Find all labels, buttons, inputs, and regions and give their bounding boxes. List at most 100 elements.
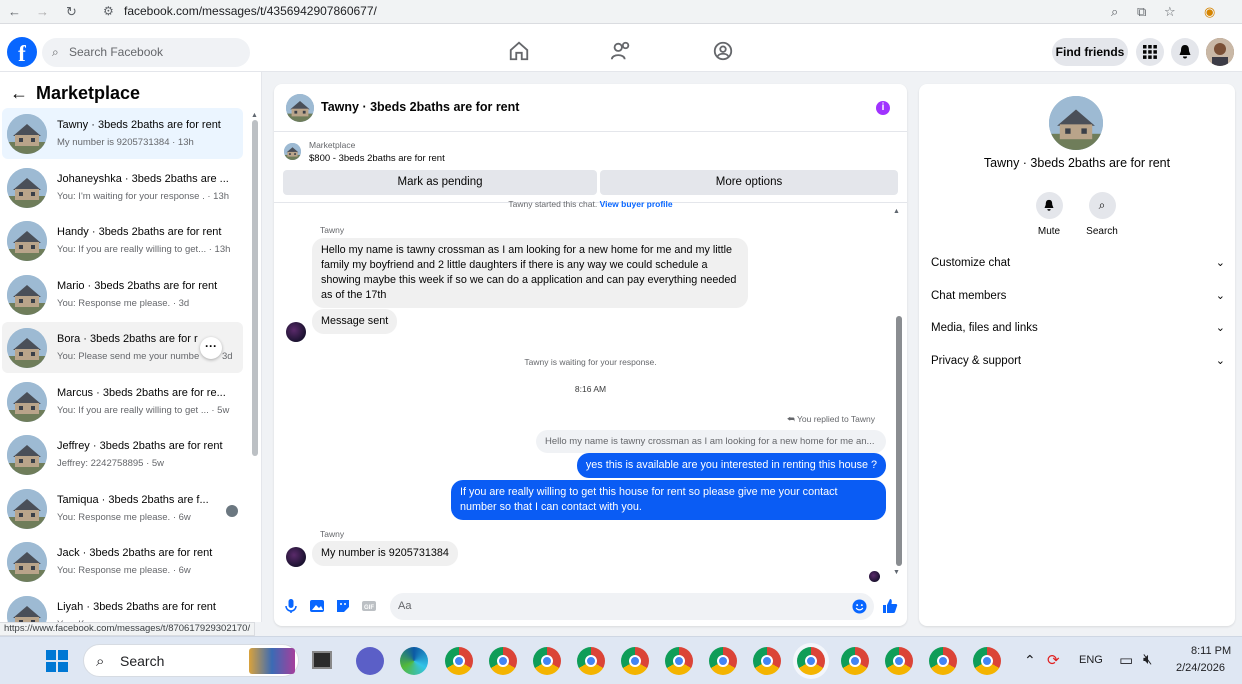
bookmark-star-icon[interactable]: ☆: [1164, 3, 1176, 20]
chrome-icon[interactable]: [621, 647, 649, 675]
account-avatar[interactable]: [1206, 38, 1234, 66]
conversation-preview: You: Response me please. · 6w: [57, 511, 191, 523]
task-view-icon[interactable]: [312, 651, 332, 669]
listing-thumbnail: [7, 488, 47, 529]
chrome-icon[interactable]: [973, 647, 1001, 675]
teams-icon[interactable]: [356, 647, 384, 675]
facebook-top-nav: f ⌕ Search Facebook Find friends: [0, 24, 1242, 72]
clock-date[interactable]: 2/24/2026: [1176, 662, 1225, 674]
groups-icon[interactable]: [712, 40, 734, 62]
chrome-icon[interactable]: [577, 647, 605, 675]
chrome-icon[interactable]: [709, 647, 737, 675]
more-options-button[interactable]: More options: [600, 170, 898, 195]
scroll-up-icon[interactable]: ▲: [251, 112, 258, 119]
address-bar[interactable]: ⚙ facebook.com/messages/t/43569429078606…: [94, 1, 1197, 22]
notifications-bell-icon[interactable]: [1171, 38, 1199, 66]
conversation-preview: You: Response me please. · 3d: [57, 297, 190, 309]
find-friends-button[interactable]: Find friends: [1052, 38, 1128, 66]
chrome-icon[interactable]: [797, 647, 825, 675]
chat-details-panel: Tawny · 3beds 2baths are for rent Mute ⌕…: [919, 84, 1235, 626]
conversation-item[interactable]: Johaneyshka · 3beds 2baths are ... You: I…: [2, 162, 243, 213]
site-info-icon[interactable]: ⚙: [103, 1, 114, 22]
replied-text: You replied to Tawny: [797, 414, 875, 424]
emoji-icon[interactable]: [852, 599, 867, 614]
view-buyer-profile-link[interactable]: View buyer profile: [600, 199, 673, 209]
conversation-item[interactable]: Tawny · 3beds 2baths are for rent My numb…: [2, 108, 243, 159]
message-bubble-outgoing[interactable]: yes this is available are you interested…: [576, 453, 886, 478]
conversation-item[interactable]: Liyah · 3beds 2baths are for rentYou: If…: [2, 590, 243, 622]
zoom-icon[interactable]: ⌕: [1111, 3, 1118, 20]
conversation-item[interactable]: Marcus · 3beds 2baths are for re... You: …: [2, 376, 243, 427]
chrome-icon[interactable]: [841, 647, 869, 675]
windows-start-icon[interactable]: [46, 650, 68, 672]
home-icon[interactable]: [508, 40, 530, 62]
show-hidden-icons-icon[interactable]: ⌃: [1024, 652, 1036, 669]
quoted-message[interactable]: Hello my name is tawny crossman as I am …: [536, 430, 886, 453]
chat-members-row[interactable]: Chat members ⌄: [931, 284, 1225, 308]
sender-avatar[interactable]: [286, 322, 306, 342]
listing-image[interactable]: [1049, 96, 1103, 150]
message-bubble-incoming[interactable]: Hello my name is tawny crossman as I am …: [312, 238, 748, 308]
sender-avatar[interactable]: [286, 547, 306, 567]
conversation-item[interactable]: Mario · 3beds 2baths are for rent You: Re…: [2, 269, 243, 320]
listing-thumbnail-small: [284, 143, 301, 160]
reload-icon[interactable]: ↻: [66, 3, 77, 20]
conversation-item[interactable]: Jack · 3beds 2baths are for rent You: Res…: [2, 536, 243, 587]
chrome-icon[interactable]: [665, 647, 693, 675]
forward-arrow-icon[interactable]: →: [36, 3, 49, 20]
back-arrow-icon[interactable]: ←: [10, 80, 30, 106]
message-bubble-outgoing[interactable]: If you are really willing to get this ho…: [451, 480, 886, 520]
menu-grid-icon[interactable]: [1136, 38, 1164, 66]
conversation-item[interactable]: Tamiqua · 3beds 2baths are f... You: Resp…: [2, 483, 243, 534]
scrollbar-thumb[interactable]: [252, 120, 258, 456]
like-thumb-icon[interactable]: [882, 598, 898, 614]
message-bubble-incoming[interactable]: My number is 9205731384: [312, 541, 458, 566]
message-input[interactable]: Aa: [390, 593, 874, 620]
search-facebook-input[interactable]: ⌕ Search Facebook: [42, 38, 250, 67]
chat-scrollbar-thumb[interactable]: [896, 316, 902, 566]
clock-time[interactable]: 8:11 PM: [1191, 645, 1231, 657]
search-in-chat-button[interactable]: ⌕ Search: [1072, 192, 1132, 237]
mute-button[interactable]: Mute: [1019, 192, 1079, 237]
scroll-up-icon[interactable]: ▲: [893, 208, 900, 215]
more-options-dots-icon[interactable]: ···: [200, 337, 222, 359]
network-icon[interactable]: ▭: [1119, 651, 1133, 669]
message-bubble-incoming[interactable]: Message sent: [312, 309, 398, 334]
customize-chat-row[interactable]: Customize chat ⌄: [931, 251, 1225, 275]
facebook-logo[interactable]: f: [7, 37, 37, 67]
media-files-links-row[interactable]: Media, files and links ⌄: [931, 316, 1225, 340]
chrome-icon[interactable]: [753, 647, 781, 675]
microphone-icon[interactable]: [283, 598, 299, 614]
gif-icon[interactable]: GIF: [361, 598, 377, 614]
sticker-icon[interactable]: [335, 598, 351, 614]
chrome-icon[interactable]: [929, 647, 957, 675]
conversation-item[interactable]: Jeffrey · 3beds 2baths are for rent Jeffr…: [2, 429, 243, 480]
friends-icon[interactable]: [610, 40, 632, 62]
conversation-preview: You: If you are really willing to get...…: [57, 244, 231, 255]
chat-title[interactable]: Tawny · 3beds 2baths are for rent: [321, 100, 519, 114]
listing-thumbnail: [7, 114, 47, 154]
chrome-icon[interactable]: [445, 647, 473, 675]
chrome-icon[interactable]: [885, 647, 913, 675]
install-app-icon[interactable]: ⧉: [1137, 3, 1146, 20]
chrome-icon[interactable]: [533, 647, 561, 675]
conversation-item[interactable]: Bora · 3beds 2baths are for r You: Please…: [2, 322, 243, 373]
info-icon[interactable]: i: [876, 101, 890, 115]
chrome-icon[interactable]: [489, 647, 517, 675]
chrome-icon-center: [761, 655, 773, 667]
edge-icon[interactable]: [400, 647, 428, 675]
conversation-item[interactable]: Handy · 3beds 2baths are for rent You: If…: [2, 215, 243, 266]
privacy-support-row[interactable]: Privacy & support ⌄: [931, 349, 1225, 373]
mark-as-pending-button[interactable]: Mark as pending: [283, 170, 597, 195]
sync-icon[interactable]: ⟳: [1047, 651, 1060, 669]
profile-icon[interactable]: ◉: [1204, 3, 1215, 20]
chrome-icon-center: [673, 655, 685, 667]
photo-icon[interactable]: [309, 598, 325, 614]
listing-thumbnail[interactable]: [286, 94, 314, 122]
volume-muted-icon[interactable]: 🔇︎: [1143, 651, 1152, 668]
scroll-down-icon[interactable]: ▼: [893, 569, 900, 576]
language-indicator[interactable]: ENG: [1079, 654, 1103, 666]
chevron-down-icon: ⌄: [1215, 257, 1225, 269]
listing-strip[interactable]: Marketplace $800 - 3beds 2baths are for …: [274, 132, 907, 170]
back-arrow-icon[interactable]: ←: [8, 3, 21, 20]
